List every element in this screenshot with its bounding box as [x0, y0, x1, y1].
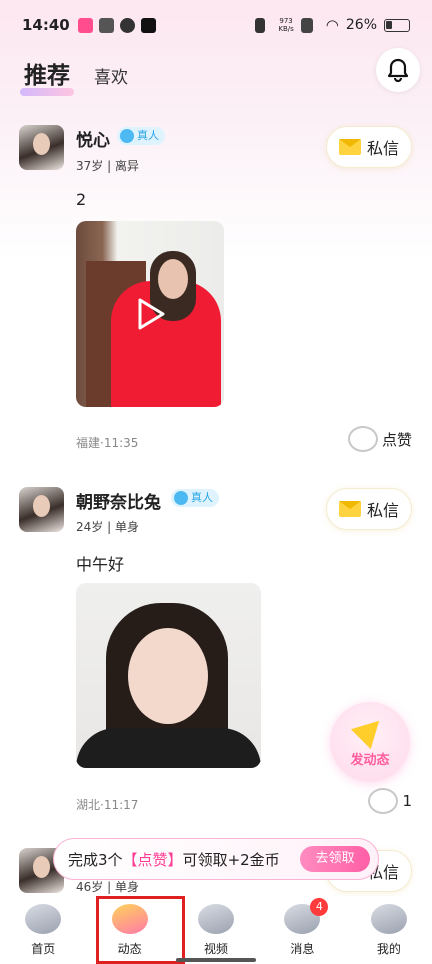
selection-highlight-box — [96, 896, 185, 964]
nav-label: 我的 — [376, 942, 401, 956]
post-location-time: 福建·11:35 — [76, 436, 139, 450]
like-count: 1 — [402, 792, 412, 810]
feed-tabs: 推荐 喜欢 — [20, 56, 128, 96]
vibrate-icon — [255, 17, 266, 33]
user-meta: 24岁 | 单身 — [76, 520, 139, 534]
like-icon — [347, 426, 378, 452]
battery-percent: 26% — [345, 17, 377, 33]
post-location-time: 湖北·11:17 — [76, 798, 139, 812]
like-label: 点赞 — [381, 430, 412, 449]
user-meta: 46岁 | 单身 — [76, 880, 139, 894]
envelope-icon — [338, 139, 361, 155]
post-image[interactable] — [76, 583, 261, 768]
planet-icon — [25, 904, 62, 934]
bottom-nav: 首页 动态 视频 4 消息 我的 — [0, 896, 432, 964]
private-message-button[interactable]: 私信 — [326, 488, 412, 530]
tab-likes[interactable]: 喜欢 — [94, 63, 128, 90]
link-notification-icon — [119, 17, 135, 33]
bell-icon — [387, 58, 409, 82]
nav-profile[interactable]: 我的 — [346, 896, 432, 964]
verified-badge: 真人 — [117, 127, 165, 145]
sim-icon — [300, 17, 313, 33]
unread-badge: 4 — [310, 898, 329, 916]
post-moment-label: 发动态 — [350, 752, 390, 768]
status-bar: 14:40 973 KB/s ◠ 26% — [0, 0, 432, 50]
nav-label: 首页 — [31, 942, 56, 956]
user-meta: 37岁 | 离异 — [76, 159, 139, 173]
post-text: 2 — [76, 190, 87, 209]
task-suffix: 可领取+2金币 — [182, 850, 280, 869]
nav-label: 消息 — [290, 942, 315, 956]
paper-plane-icon — [350, 710, 390, 749]
battery-icon — [384, 18, 410, 32]
private-message-label: 私信 — [366, 501, 399, 520]
wifi-icon: ◠ — [325, 16, 339, 34]
tiktok-icon — [140, 17, 156, 33]
post-video[interactable] — [76, 221, 224, 407]
like-button[interactable]: 1 — [368, 788, 412, 814]
task-prefix: 完成3个 — [68, 850, 123, 869]
play-icon — [138, 298, 165, 330]
user-name[interactable]: 悦心 — [76, 126, 110, 151]
nav-messages[interactable]: 4 消息 — [259, 896, 345, 964]
task-highlight: 【点赞】 — [122, 850, 183, 869]
envelope-icon — [338, 501, 361, 517]
like-icon — [368, 788, 399, 814]
tab-recommend[interactable]: 推荐 — [20, 56, 74, 96]
avatar[interactable] — [19, 125, 64, 170]
home-indicator — [176, 958, 256, 962]
private-message-label: 私信 — [366, 139, 399, 158]
nav-home[interactable]: 首页 — [0, 896, 86, 964]
task-banner[interactable]: 完成3个 【点赞】 可领取+2金币 去领取 — [53, 838, 379, 880]
net-speed: 973 KB/s — [278, 17, 294, 33]
message-notification-icon — [98, 17, 114, 33]
nav-video[interactable]: 视频 — [173, 896, 259, 964]
avatar[interactable] — [19, 487, 64, 532]
app-notification-icon — [77, 17, 93, 33]
status-time: 14:40 — [22, 16, 70, 34]
nav-label: 视频 — [204, 942, 229, 956]
post-moment-button[interactable]: 发动态 — [330, 702, 410, 782]
video-camera-icon — [198, 904, 235, 934]
claim-reward-button[interactable]: 去领取 — [300, 846, 370, 872]
private-message-button[interactable]: 私信 — [326, 126, 412, 168]
profile-icon — [370, 904, 407, 934]
post-text: 中午好 — [76, 555, 125, 574]
verified-badge: 真人 — [171, 489, 219, 507]
notification-bell-button[interactable] — [376, 48, 420, 92]
user-name[interactable]: 朝野奈比兔 — [76, 488, 161, 513]
like-button[interactable]: 点赞 — [347, 426, 412, 452]
